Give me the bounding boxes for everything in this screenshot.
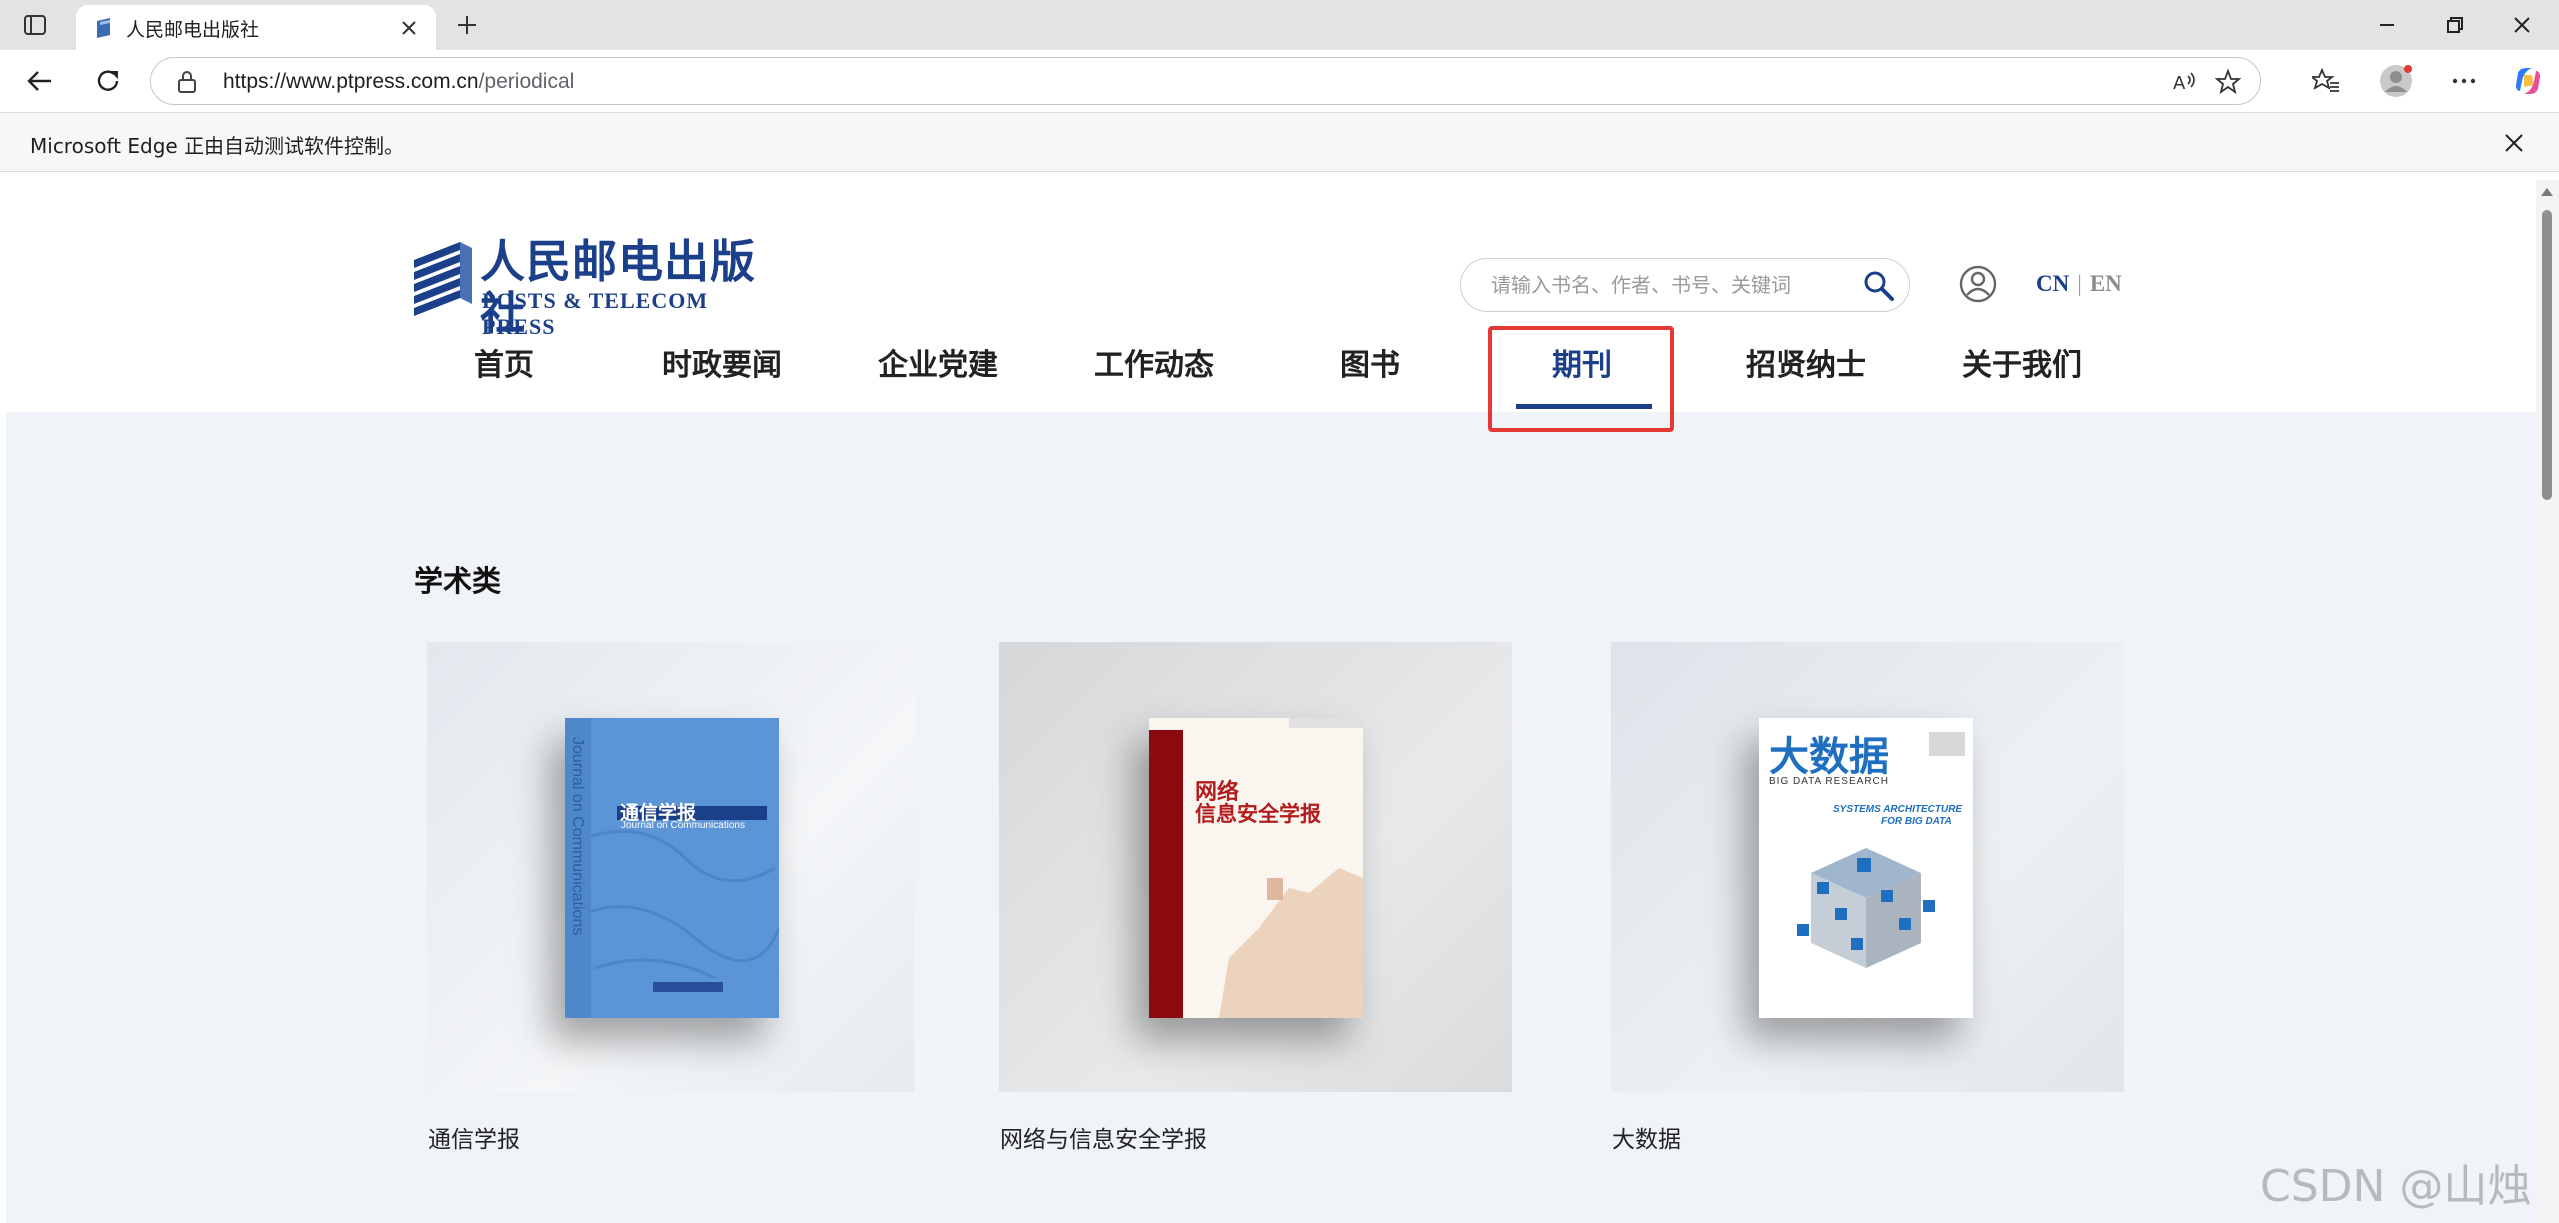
watermark-text: CSDN @山烛 xyxy=(2260,1161,2532,1212)
url-path: /periodical xyxy=(478,70,575,93)
lang-en-link[interactable]: EN xyxy=(2090,271,2122,296)
nav-item-books[interactable]: 图书 xyxy=(1340,340,1400,384)
browser-toolbar: https://www.ptpress.com.cn/periodical A xyxy=(0,50,2559,112)
lang-separator: | xyxy=(2077,271,2082,296)
annotation-highlight-box xyxy=(1488,326,1674,432)
cover-subtitle: BIG DATA RESEARCH xyxy=(1769,776,1889,787)
infobar-close-icon[interactable] xyxy=(2500,129,2528,157)
journal-cover-image: 通信学报 Journal on Communications Journal o… xyxy=(565,718,779,1018)
browser-tab-active[interactable]: 人民邮电出版社 xyxy=(76,5,436,50)
page-scrollbar[interactable] xyxy=(2536,180,2559,1223)
journal-card[interactable]: 网络 信息安全学报 xyxy=(999,642,1512,1092)
main-nav: 首页 时政要闻 企业党建 工作动态 图书 期刊 招贤纳士 关于我们 xyxy=(436,330,2136,400)
minimize-icon[interactable] xyxy=(2362,8,2412,42)
cover-title: 大数据 xyxy=(1769,734,1889,780)
scrollbar-thumb[interactable] xyxy=(2542,210,2552,500)
site-logo[interactable]: 人民邮电出版社 POSTS & TELECOM PRESS xyxy=(412,236,782,340)
site-search xyxy=(1460,258,1910,312)
journal-name[interactable]: 大数据 xyxy=(1612,1120,1681,1154)
automation-infobar: Microsoft Edge 正由自动测试软件控制。 xyxy=(0,112,2559,172)
journal-name[interactable]: 通信学报 xyxy=(428,1120,520,1154)
logo-emblem-icon xyxy=(414,242,472,316)
tab-title: 人民邮电出版社 xyxy=(126,19,260,41)
user-account-icon[interactable] xyxy=(1956,262,2000,306)
back-arrow-icon[interactable] xyxy=(22,63,58,99)
lang-cn-link[interactable]: CN xyxy=(2036,271,2069,296)
address-bar[interactable]: https://www.ptpress.com.cn/periodical A xyxy=(150,57,2261,105)
cover-tagline-1: SYSTEMS ARCHITECTURE xyxy=(1833,804,1963,815)
read-aloud-icon[interactable]: A xyxy=(2171,68,2199,96)
lock-icon[interactable] xyxy=(177,70,197,99)
cover-title-line2: 信息安全学报 xyxy=(1195,801,1321,826)
site-favicon-icon xyxy=(94,17,114,44)
tab-close-icon[interactable] xyxy=(398,17,420,39)
more-menu-icon[interactable] xyxy=(2446,63,2482,99)
journal-name[interactable]: 网络与信息安全学报 xyxy=(1000,1120,1207,1154)
nav-item-work[interactable]: 工作动态 xyxy=(1094,340,1214,384)
url-host: https://www.ptpress.com.cn xyxy=(223,70,479,93)
journal-cover-image: 大数据 BIG DATA RESEARCH SYSTEMS ARCHITECTU… xyxy=(1759,718,1973,1018)
cover-tagline-2: FOR BIG DATA xyxy=(1881,816,1952,827)
journal-cover-backdrop: 通信学报 Journal on Communications Journal o… xyxy=(427,642,914,1092)
search-input[interactable] xyxy=(1491,259,1851,311)
favorites-icon[interactable] xyxy=(2308,63,2344,99)
scroll-up-arrow-icon[interactable] xyxy=(2541,188,2553,196)
nav-item-careers[interactable]: 招贤纳士 xyxy=(1746,340,1866,384)
nav-item-news[interactable]: 时政要闻 xyxy=(662,340,782,384)
journal-cover-backdrop: 网络 信息安全学报 xyxy=(999,642,1512,1092)
search-icon[interactable] xyxy=(1861,269,1897,303)
url-text[interactable]: https://www.ptpress.com.cn/periodical xyxy=(223,70,574,94)
profile-avatar-icon[interactable] xyxy=(2378,63,2414,99)
favorite-star-icon[interactable] xyxy=(2214,68,2242,96)
journal-cover-image: 网络 信息安全学报 xyxy=(1149,718,1363,1018)
refresh-icon[interactable] xyxy=(90,63,126,99)
nav-item-home[interactable]: 首页 xyxy=(474,340,534,384)
tab-actions-icon[interactable] xyxy=(18,11,52,39)
cover-subtitle: Journal on Communications xyxy=(621,820,745,831)
copilot-icon[interactable] xyxy=(2510,63,2546,99)
section-title-academic: 学术类 xyxy=(414,564,502,598)
nav-item-party[interactable]: 企业党建 xyxy=(878,340,998,384)
language-switcher: CN | EN xyxy=(2036,271,2122,297)
journal-cover-backdrop: 大数据 BIG DATA RESEARCH SYSTEMS ARCHITECTU… xyxy=(1611,642,2124,1092)
nav-item-about[interactable]: 关于我们 xyxy=(1962,340,2082,384)
svg-text:A: A xyxy=(2173,73,2186,94)
infobar-text: Microsoft Edge 正由自动测试软件控制。 xyxy=(30,134,405,158)
browser-tab-bar: 人民邮电出版社 xyxy=(0,0,2559,50)
page-viewport: 人民邮电出版社 POSTS & TELECOM PRESS CN | EN 首页 时… xyxy=(6,180,2536,1223)
journal-card[interactable]: 通信学报 Journal on Communications Journal o… xyxy=(427,642,914,1092)
cover-spine-text: Journal on Communications xyxy=(569,737,586,936)
journal-card[interactable]: 大数据 BIG DATA RESEARCH SYSTEMS ARCHITECTU… xyxy=(1611,642,2124,1092)
close-window-icon[interactable] xyxy=(2497,8,2547,42)
restore-icon[interactable] xyxy=(2430,8,2480,42)
site-header: 人民邮电出版社 POSTS & TELECOM PRESS CN | EN 首页 时… xyxy=(6,180,2536,432)
new-tab-icon[interactable] xyxy=(452,10,482,40)
